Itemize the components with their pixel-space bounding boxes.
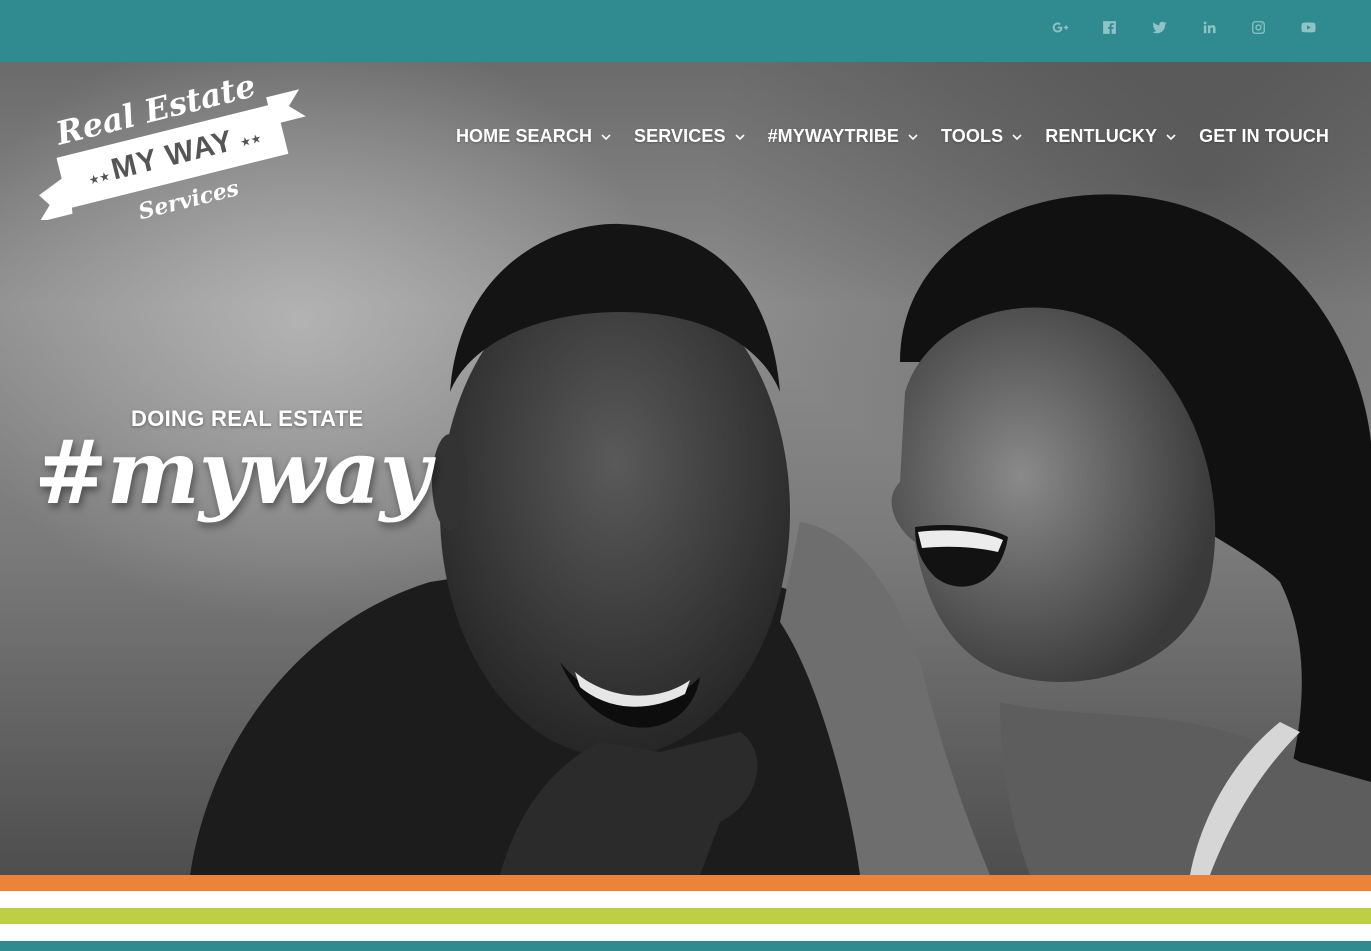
facebook-icon[interactable] xyxy=(1085,14,1135,40)
nav-label: HOME SEARCH xyxy=(455,126,593,146)
nav-services[interactable]: SERVICES xyxy=(634,126,746,147)
google-plus-icon[interactable] xyxy=(1035,14,1085,40)
stripe-orange xyxy=(0,875,1371,891)
stripe-white xyxy=(0,891,1371,908)
social-links xyxy=(1035,14,1333,40)
logo-graphic: MY WAY ★★ ★★ Real Estate Services xyxy=(39,66,306,225)
linkedin-icon[interactable] xyxy=(1184,14,1234,40)
nav-label: #MYWAYTRIBE xyxy=(767,126,900,146)
top-bar xyxy=(0,0,1371,62)
nav-get-in-touch[interactable]: GET IN TOUCH xyxy=(1199,126,1329,147)
chevron-down-icon xyxy=(1165,131,1177,143)
nav-label: GET IN TOUCH xyxy=(1199,126,1329,146)
chevron-down-icon xyxy=(1011,131,1023,143)
main-nav: HOME SEARCH SERVICES #MYWAYTRIBE TOOLS R… xyxy=(434,126,1329,147)
instagram-icon[interactable] xyxy=(1234,14,1284,40)
nav-label: RENTLUCKY xyxy=(1045,126,1158,146)
chevron-down-icon xyxy=(734,131,746,143)
site-logo[interactable]: MY WAY ★★ ★★ Real Estate Services xyxy=(26,66,316,225)
nav-mywaytribe[interactable]: #MYWAYTRIBE xyxy=(768,126,919,147)
stripe-white xyxy=(0,924,1371,941)
stripe-teal xyxy=(0,941,1371,951)
nav-rentlucky[interactable]: RENTLUCKY xyxy=(1045,126,1177,147)
hero-title: #myway xyxy=(34,420,431,524)
twitter-icon[interactable] xyxy=(1135,14,1185,40)
nav-label: TOOLS xyxy=(941,126,1004,146)
nav-tools[interactable]: TOOLS xyxy=(941,126,1023,147)
nav-home-search[interactable]: HOME SEARCH xyxy=(456,126,612,147)
chevron-down-icon xyxy=(907,131,919,143)
youtube-icon[interactable] xyxy=(1283,14,1333,40)
chevron-down-icon xyxy=(600,131,612,143)
hero-banner: MY WAY ★★ ★★ Real Estate Services HOME S… xyxy=(0,62,1371,875)
nav-label: SERVICES xyxy=(634,126,726,146)
stripe-green xyxy=(0,908,1371,924)
